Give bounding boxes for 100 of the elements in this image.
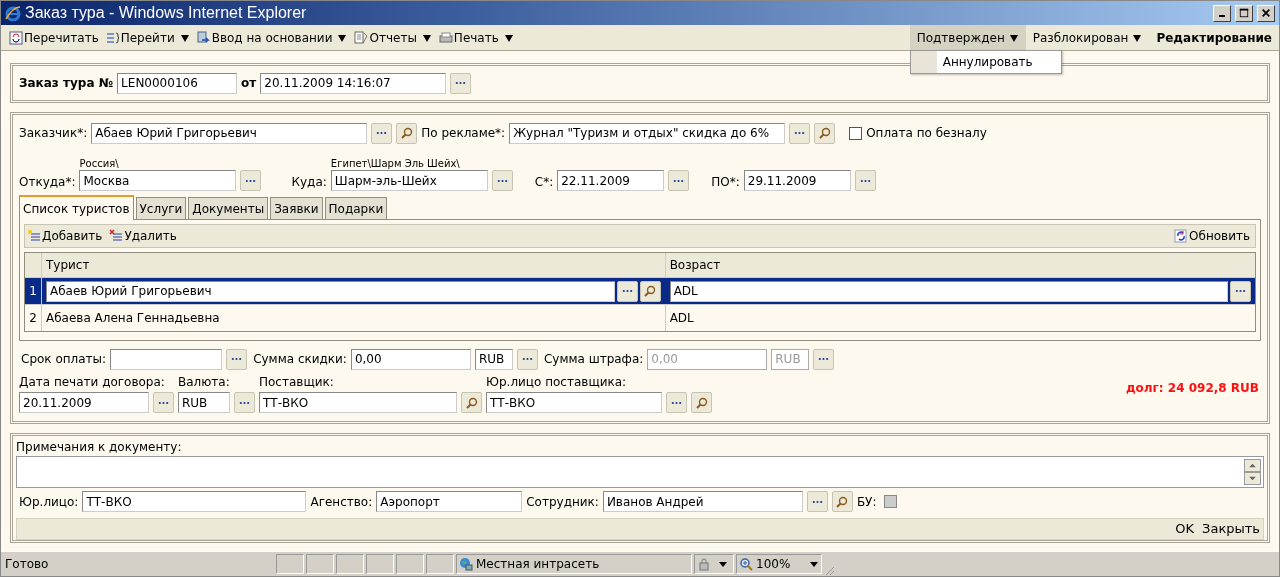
- close-button[interactable]: [1257, 4, 1275, 22]
- caret-icon: [1008, 32, 1019, 43]
- start-date-field[interactable]: 22.11.2009: [557, 170, 665, 191]
- supplier-entity-label: Юр.лицо поставщика:: [486, 375, 628, 389]
- minimize-button[interactable]: [1213, 4, 1231, 22]
- search-icon: [643, 284, 658, 298]
- scroll-up-icon[interactable]: [1244, 459, 1261, 472]
- bu-label: БУ:: [856, 494, 877, 509]
- dots-icon: [811, 499, 823, 504]
- tab[interactable]: Услуги: [135, 197, 187, 219]
- table-row[interactable]: 2 Абаева Алена Геннадьевна ADL: [25, 304, 1255, 331]
- status-pane: [306, 554, 334, 574]
- row-number: 2: [25, 305, 42, 331]
- advert-field[interactable]: Журнал "Туризм и отдых" скидка до 6%: [509, 122, 786, 144]
- date-field[interactable]: 20.11.2009 14:16:07: [260, 72, 447, 94]
- end-date-field[interactable]: 29.11.2009: [743, 170, 851, 191]
- dots-icon: [794, 131, 806, 135]
- start-date-label: С*:: [534, 175, 554, 189]
- column-header: Возраст: [668, 257, 722, 274]
- caret-icon: [503, 32, 514, 43]
- status-menu-button[interactable]: Редактирование: [1149, 25, 1279, 50]
- dots-icon: [1235, 289, 1246, 293]
- dots-icon: [245, 178, 257, 183]
- from-field[interactable]: Москва: [79, 170, 237, 191]
- browse-button[interactable]: [1230, 280, 1251, 302]
- list-icon: [105, 30, 120, 45]
- customer-field[interactable]: Абаев Юрий Григорьевич: [91, 122, 368, 144]
- status-pane: [426, 554, 454, 574]
- maximize-button[interactable]: [1235, 4, 1253, 22]
- agency-field[interactable]: Аэропорт: [376, 491, 523, 513]
- window-title: Заказ тура - Windows Internet Explorer: [25, 4, 307, 22]
- dialog-button[interactable]: Закрыть: [1199, 521, 1263, 537]
- tourist-field[interactable]: Абаев Юрий Григорьевич: [46, 280, 615, 302]
- tab[interactable]: Список туристов: [19, 195, 134, 220]
- search-button[interactable]: [639, 280, 661, 302]
- employee-field[interactable]: Иванов Андрей: [602, 491, 803, 513]
- search-button[interactable]: [691, 392, 712, 413]
- caret-icon: [1132, 32, 1143, 43]
- print-date-field[interactable]: 20.11.2009: [19, 392, 149, 413]
- to-field[interactable]: Шарм-эль-Шейх: [330, 170, 488, 191]
- search-icon: [464, 395, 479, 410]
- dots-icon: [455, 81, 467, 85]
- dots-icon: [671, 400, 682, 405]
- toolbar-button[interactable]: Печать: [436, 25, 519, 50]
- scroll-down-icon[interactable]: [1244, 472, 1261, 485]
- grid-action-button[interactable]: Удалить: [107, 225, 182, 247]
- discount-currency-field[interactable]: RUB: [474, 348, 513, 370]
- dots-icon: [818, 357, 830, 361]
- dots-icon: [521, 357, 533, 361]
- document-arrow-icon: [196, 30, 211, 45]
- protected-mode-button[interactable]: [694, 554, 734, 574]
- table-row[interactable]: 1 Абаев Юрий Григорьевич ADL: [25, 277, 1255, 304]
- toolbar-button[interactable]: Перечитать: [7, 25, 104, 50]
- tab[interactable]: Подарки: [324, 197, 388, 219]
- search-button[interactable]: [831, 491, 853, 513]
- dots-icon: [158, 400, 169, 405]
- search-icon: [817, 126, 832, 140]
- from-label: Откуда*:: [19, 175, 76, 189]
- tab[interactable]: Заявки: [270, 197, 323, 219]
- toolbar-button[interactable]: Перейти: [103, 25, 195, 50]
- report-icon: [354, 30, 369, 45]
- age-field[interactable]: ADL: [669, 280, 1228, 302]
- printer-icon: [438, 30, 453, 45]
- payment-due-field[interactable]: [110, 348, 223, 370]
- refresh-button[interactable]: Обновить: [1172, 225, 1255, 247]
- currency-field[interactable]: RUB: [178, 392, 230, 413]
- toolbar-button[interactable]: Отчеты: [352, 25, 437, 50]
- status-pane: [336, 554, 364, 574]
- browser-logo-icon: [5, 5, 21, 21]
- status-menu-button[interactable]: Подтвержден: [909, 25, 1026, 50]
- notes-label: Примечания к документу:: [16, 440, 183, 454]
- order-number-field[interactable]: LEN0000106: [117, 72, 238, 94]
- table-cell: Абаева Алена Геннадьевна: [42, 305, 666, 331]
- dots-icon: [239, 400, 250, 405]
- browse-button[interactable]: [616, 280, 638, 302]
- grid-action-button[interactable]: Добавить: [25, 225, 108, 247]
- discount-amount-field[interactable]: 0,00: [350, 348, 471, 370]
- dialog-button[interactable]: OK: [1172, 521, 1198, 537]
- status-menu-button[interactable]: Разблокирован: [1025, 25, 1150, 50]
- search-button[interactable]: [461, 392, 482, 413]
- order-label: Заказ тура №: [19, 76, 114, 90]
- dots-icon: [859, 178, 871, 183]
- zoom-button[interactable]: 100%: [736, 554, 822, 574]
- zoom-icon: [739, 557, 753, 571]
- supplier-entity-field[interactable]: ТТ-ВКО: [486, 392, 662, 413]
- notes-field[interactable]: [16, 456, 1264, 488]
- search-button[interactable]: [814, 122, 836, 144]
- legal-entity-field[interactable]: ТТ-ВКО: [82, 491, 307, 513]
- checkbox[interactable]: [849, 126, 863, 140]
- menu-item[interactable]: Аннулировать: [910, 51, 1061, 73]
- from-path: Россия\: [79, 157, 120, 170]
- resize-grip-icon[interactable]: [823, 564, 835, 576]
- toolbar-button[interactable]: Ввод на основании: [194, 25, 353, 50]
- legal-entity-label: Юр.лицо:: [19, 494, 79, 509]
- caret-icon: [337, 32, 348, 43]
- minimize-icon: [1219, 15, 1225, 17]
- tab[interactable]: Документы: [188, 197, 269, 219]
- supplier-field[interactable]: ТТ-ВКО: [259, 392, 457, 413]
- search-button[interactable]: [396, 122, 418, 144]
- dots-icon: [231, 357, 243, 361]
